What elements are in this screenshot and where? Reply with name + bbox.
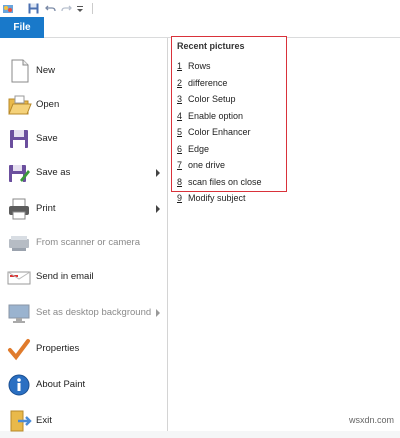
printer-icon	[6, 196, 32, 222]
menu-item-label: About Paint	[36, 379, 86, 390]
submenu-arrow-icon	[156, 205, 160, 213]
menu-item-label: Send in email	[36, 271, 94, 282]
recent-item-name: difference	[188, 77, 228, 88]
qat-divider	[92, 3, 93, 14]
recent-picture-item[interactable]: 7 one drive	[177, 158, 225, 172]
menu-item-about-paint[interactable]: About Paint	[0, 368, 167, 402]
new-document-icon	[6, 58, 32, 84]
email-icon	[6, 264, 32, 290]
recent-pictures-panel: Recent pictures 1 Rows 2 difference 3 Color S…	[171, 36, 287, 203]
redo-icon[interactable]	[61, 3, 72, 15]
menu-item-label: Save as	[36, 167, 71, 178]
undo-icon[interactable]	[45, 3, 56, 15]
recent-item-number: 2	[177, 77, 183, 88]
recent-item-name: Color Enhancer	[188, 127, 251, 137]
menu-item-label: New	[36, 65, 56, 76]
menu-item-save-as[interactable]: Save as	[0, 156, 167, 190]
recent-item-name: Rows	[188, 61, 211, 71]
scanner-icon	[6, 230, 32, 256]
recent-item-name: Edge	[188, 143, 210, 154]
menu-item-send-in-email[interactable]: Send in email	[0, 260, 167, 294]
menu-item-exit[interactable]: Exit	[0, 404, 167, 438]
menu-item-label: From scanner or camera	[36, 237, 141, 248]
recent-item-name: one drive	[188, 160, 226, 170]
recent-picture-item[interactable]: 9 Modify subject	[177, 191, 246, 205]
desktop-background-icon	[6, 300, 32, 326]
recent-picture-item[interactable]: 6 Edge	[177, 142, 209, 156]
menu-item-label: Properties	[36, 343, 80, 354]
submenu-arrow-icon	[156, 169, 160, 177]
exit-icon	[6, 408, 32, 434]
paint-app-icon[interactable]	[2, 2, 14, 14]
recent-pictures-title: Recent pictures	[177, 41, 245, 51]
menu-item-label: Print	[36, 203, 56, 214]
recent-item-name: Modify subject	[188, 193, 246, 203]
menu-item-from-scanner-or-camera[interactable]: From scanner or camera	[0, 226, 167, 260]
info-icon	[6, 372, 32, 398]
menu-item-label: Save	[36, 133, 58, 144]
recent-item-number: 4	[177, 110, 183, 121]
quick-save-icon[interactable]	[28, 3, 39, 15]
customize-qat-chevron-icon[interactable]	[76, 3, 85, 15]
recent-item-number: 9	[177, 193, 183, 203]
recent-item-name: Color Setup	[188, 94, 236, 104]
recent-item-name: Enable option	[188, 110, 244, 121]
save-icon	[6, 126, 32, 152]
save-as-icon	[6, 160, 32, 186]
recent-picture-item[interactable]: 2 difference	[177, 76, 227, 90]
menu-item-save[interactable]: Save	[0, 122, 167, 156]
menu-item-properties[interactable]: Properties	[0, 332, 167, 366]
recent-item-number: 1	[177, 61, 183, 71]
open-folder-icon	[6, 92, 32, 118]
menu-item-new[interactable]: New	[0, 54, 167, 88]
recent-item-number: 7	[177, 160, 183, 170]
recent-picture-item[interactable]: 3 Color Setup	[177, 92, 236, 106]
menu-item-set-as-desktop-background[interactable]: Set as desktop background	[0, 296, 167, 330]
recent-item-number: 8	[177, 176, 183, 187]
recent-picture-item[interactable]: 4 Enable option	[177, 109, 243, 123]
menu-item-label: Set as desktop background	[36, 307, 152, 318]
recent-picture-item[interactable]: 8 scan files on close	[177, 175, 262, 189]
recent-picture-item[interactable]: 5 Color Enhancer	[177, 125, 251, 139]
menu-item-label: Open	[36, 99, 60, 110]
menu-item-label: Exit	[36, 415, 52, 426]
recent-item-number: 6	[177, 143, 183, 154]
recent-item-name: scan files on close	[188, 176, 262, 187]
checkmark-icon	[6, 336, 32, 362]
recent-item-number: 3	[177, 94, 183, 104]
file-tab[interactable]: File	[0, 17, 44, 38]
recent-item-number: 5	[177, 127, 183, 137]
recent-picture-item[interactable]: 1 Rows	[177, 59, 211, 73]
ribbon-bar	[0, 17, 400, 38]
menu-item-open[interactable]: Open	[0, 88, 167, 122]
submenu-arrow-icon	[156, 309, 160, 317]
menu-item-print[interactable]: Print	[0, 192, 167, 226]
file-menu-pane: New Open Save Save as Print From scanner or c…	[0, 38, 168, 432]
title-bar	[0, 0, 400, 17]
watermark: wsxdn.com	[348, 415, 394, 425]
